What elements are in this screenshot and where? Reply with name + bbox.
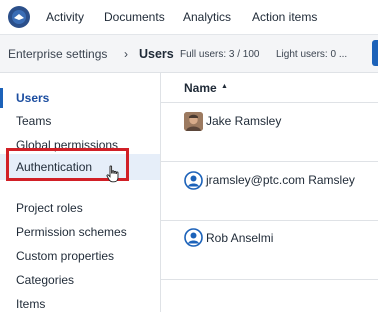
breadcrumb-chevron-icon: › [124, 47, 128, 61]
sidebar-item-teams[interactable]: Teams [0, 110, 160, 132]
app-logo-icon[interactable] [8, 6, 30, 28]
sidebar-item-label: Users [16, 91, 50, 105]
nav-action-items[interactable]: Action items [252, 10, 317, 24]
sidebar-item-users[interactable]: Users [0, 87, 160, 109]
user-name[interactable]: jramsley@ptc.com Ramsley [206, 173, 355, 187]
user-name[interactable]: Jake Ramsley [206, 114, 281, 128]
hand-pointer-cursor-icon [106, 165, 120, 188]
page-title: Users [139, 47, 174, 61]
sidebar-item-permission-schemes[interactable]: Permission schemes [0, 221, 160, 243]
column-header-name[interactable]: Name [184, 81, 217, 95]
sidebar-item-custom-properties[interactable]: Custom properties [0, 245, 160, 267]
nav-analytics[interactable]: Analytics [183, 10, 231, 24]
user-name[interactable]: Rob Anselmi [206, 231, 273, 245]
user-avatar-icon [184, 228, 203, 247]
sidebar-item-label: Categories [16, 273, 75, 287]
light-users-count: Light users: 0 ... [276, 49, 348, 60]
sort-ascending-icon[interactable]: ▲ [221, 83, 228, 90]
nav-activity[interactable]: Activity [46, 10, 84, 24]
sidebar-item-label: Project roles [16, 201, 83, 215]
full-users-count: Full users: 3 / 100 [180, 49, 260, 60]
primary-action-button[interactable] [372, 40, 378, 66]
table-row[interactable]: jramsley@ptc.com Ramsley [161, 162, 378, 221]
settings-sidebar: Users Teams Global permissions Authentic… [0, 73, 161, 312]
table-row[interactable]: Jake Ramsley [161, 103, 378, 162]
sidebar-item-label: Teams [16, 114, 52, 128]
table-header: Name ▲ [161, 73, 378, 103]
sidebar-item-categories[interactable]: Categories [0, 269, 160, 291]
sidebar-item-label: Custom properties [16, 249, 115, 263]
sidebar-item-label: Permission schemes [16, 225, 127, 239]
user-photo-avatar [184, 112, 203, 131]
table-row[interactable]: Rob Anselmi [161, 221, 378, 280]
top-navigation-bar: Activity Documents Analytics Action item… [0, 0, 378, 35]
breadcrumb-enterprise-settings[interactable]: Enterprise settings [8, 47, 107, 61]
breadcrumb-bar: Enterprise settings › Users Full users: … [0, 35, 378, 73]
sidebar-item-label: Items [16, 297, 46, 311]
sidebar-item-project-roles[interactable]: Project roles [0, 197, 160, 219]
user-avatar-icon [184, 171, 203, 190]
nav-documents[interactable]: Documents [104, 10, 165, 24]
